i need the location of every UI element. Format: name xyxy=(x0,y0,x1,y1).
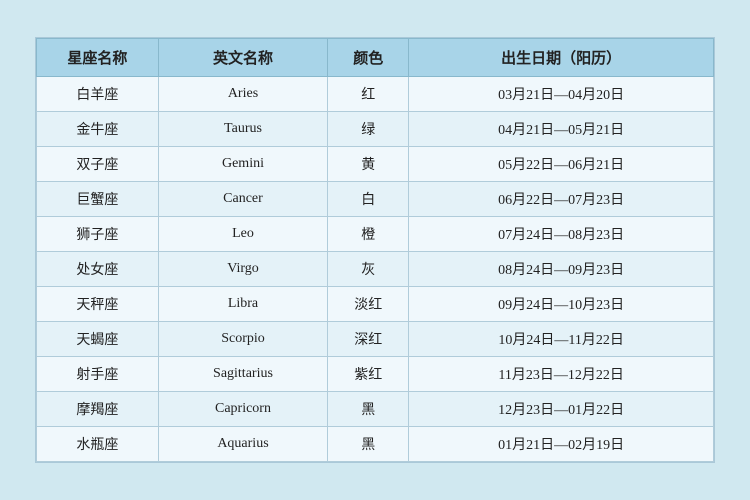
table-row: 摩羯座Capricorn黑12月23日—01月22日 xyxy=(37,392,714,427)
cell-zh: 天蝎座 xyxy=(37,322,159,357)
cell-color: 淡红 xyxy=(328,287,409,322)
cell-date: 04月21日—05月21日 xyxy=(409,112,714,147)
cell-date: 01月21日—02月19日 xyxy=(409,427,714,462)
zodiac-table: 星座名称 英文名称 颜色 出生日期（阳历） 白羊座Aries红03月21日—04… xyxy=(36,38,714,462)
cell-date: 12月23日—01月22日 xyxy=(409,392,714,427)
cell-color: 黑 xyxy=(328,427,409,462)
zodiac-table-container: 星座名称 英文名称 颜色 出生日期（阳历） 白羊座Aries红03月21日—04… xyxy=(35,37,715,463)
cell-en: Sagittarius xyxy=(158,357,327,392)
table-row: 白羊座Aries红03月21日—04月20日 xyxy=(37,77,714,112)
cell-zh: 巨蟹座 xyxy=(37,182,159,217)
cell-zh: 摩羯座 xyxy=(37,392,159,427)
cell-en: Capricorn xyxy=(158,392,327,427)
cell-color: 红 xyxy=(328,77,409,112)
cell-zh: 金牛座 xyxy=(37,112,159,147)
cell-color: 橙 xyxy=(328,217,409,252)
cell-en: Gemini xyxy=(158,147,327,182)
header-en: 英文名称 xyxy=(158,39,327,77)
cell-date: 08月24日—09月23日 xyxy=(409,252,714,287)
table-row: 双子座Gemini黄05月22日—06月21日 xyxy=(37,147,714,182)
cell-date: 05月22日—06月21日 xyxy=(409,147,714,182)
cell-en: Virgo xyxy=(158,252,327,287)
cell-zh: 双子座 xyxy=(37,147,159,182)
header-zh: 星座名称 xyxy=(37,39,159,77)
cell-en: Libra xyxy=(158,287,327,322)
cell-en: Aquarius xyxy=(158,427,327,462)
cell-date: 09月24日—10月23日 xyxy=(409,287,714,322)
table-row: 处女座Virgo灰08月24日—09月23日 xyxy=(37,252,714,287)
cell-en: Taurus xyxy=(158,112,327,147)
table-row: 天蝎座Scorpio深红10月24日—11月22日 xyxy=(37,322,714,357)
cell-date: 03月21日—04月20日 xyxy=(409,77,714,112)
cell-date: 07月24日—08月23日 xyxy=(409,217,714,252)
cell-color: 绿 xyxy=(328,112,409,147)
cell-color: 深红 xyxy=(328,322,409,357)
table-row: 狮子座Leo橙07月24日—08月23日 xyxy=(37,217,714,252)
table-row: 射手座Sagittarius紫红11月23日—12月22日 xyxy=(37,357,714,392)
table-row: 水瓶座Aquarius黑01月21日—02月19日 xyxy=(37,427,714,462)
header-color: 颜色 xyxy=(328,39,409,77)
cell-zh: 射手座 xyxy=(37,357,159,392)
cell-color: 灰 xyxy=(328,252,409,287)
table-row: 金牛座Taurus绿04月21日—05月21日 xyxy=(37,112,714,147)
cell-zh: 白羊座 xyxy=(37,77,159,112)
cell-en: Aries xyxy=(158,77,327,112)
cell-en: Leo xyxy=(158,217,327,252)
cell-color: 白 xyxy=(328,182,409,217)
cell-zh: 天秤座 xyxy=(37,287,159,322)
table-row: 天秤座Libra淡红09月24日—10月23日 xyxy=(37,287,714,322)
table-header-row: 星座名称 英文名称 颜色 出生日期（阳历） xyxy=(37,39,714,77)
cell-date: 06月22日—07月23日 xyxy=(409,182,714,217)
cell-zh: 狮子座 xyxy=(37,217,159,252)
header-date: 出生日期（阳历） xyxy=(409,39,714,77)
cell-color: 黄 xyxy=(328,147,409,182)
table-row: 巨蟹座Cancer白06月22日—07月23日 xyxy=(37,182,714,217)
cell-zh: 处女座 xyxy=(37,252,159,287)
cell-color: 紫红 xyxy=(328,357,409,392)
cell-color: 黑 xyxy=(328,392,409,427)
cell-en: Scorpio xyxy=(158,322,327,357)
cell-zh: 水瓶座 xyxy=(37,427,159,462)
cell-en: Cancer xyxy=(158,182,327,217)
cell-date: 10月24日—11月22日 xyxy=(409,322,714,357)
cell-date: 11月23日—12月22日 xyxy=(409,357,714,392)
